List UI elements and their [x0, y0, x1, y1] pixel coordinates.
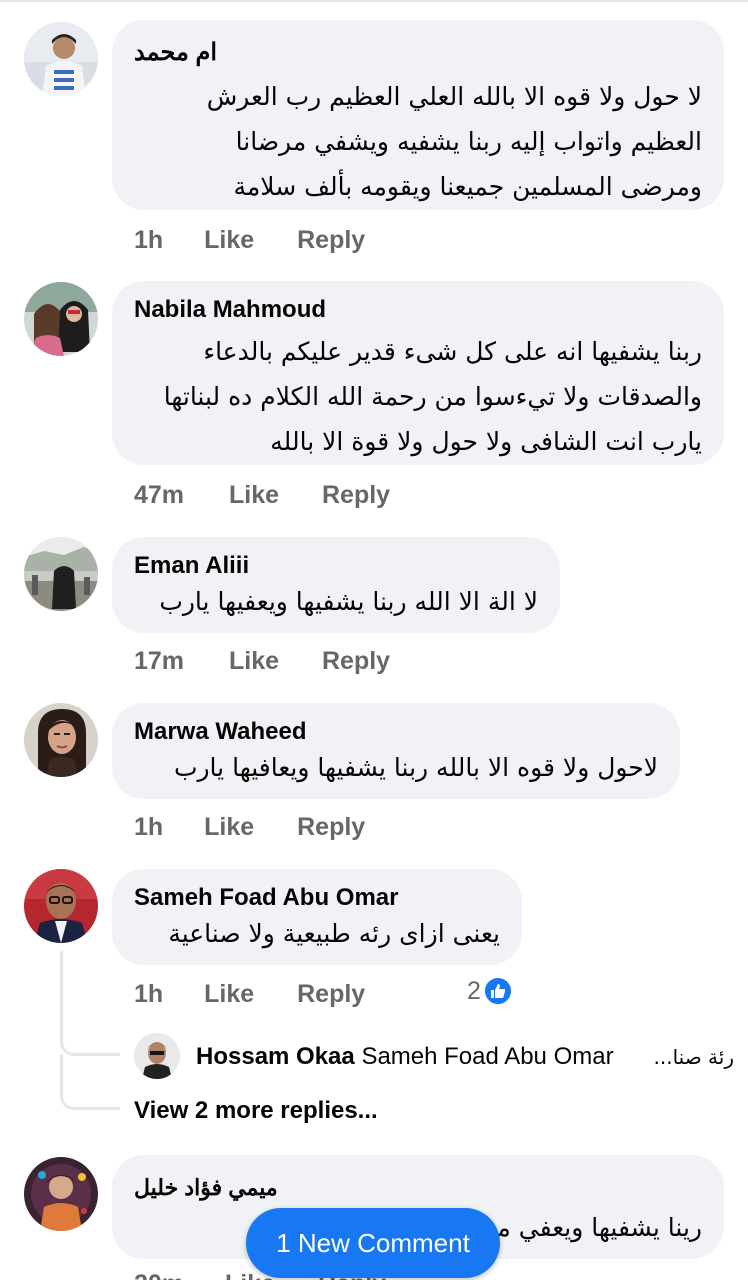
comment-time[interactable]: 17m	[134, 647, 184, 676]
comment-bubble[interactable]: ام محمد لا حول ولا قوه الا بالله العلي ا…	[112, 20, 724, 210]
comment-actions: 17m Like Reply	[134, 647, 390, 676]
reaction-summary[interactable]: 2	[467, 976, 513, 1006]
avatar[interactable]	[24, 869, 98, 943]
top-divider	[0, 0, 748, 2]
reply-mention[interactable]: Sameh Foad Abu Omar	[361, 1043, 613, 1070]
like-button[interactable]: Like	[204, 813, 254, 842]
like-button[interactable]: Like	[229, 481, 279, 510]
comment-actions: 1h Like Reply	[134, 226, 365, 255]
new-comment-button[interactable]: 1 New Comment	[246, 1208, 500, 1278]
avatar[interactable]	[24, 22, 98, 96]
thread-line	[60, 951, 120, 1056]
comment-line: العظيم واتواب إليه ربنا يشفيه ويشفي مرضا…	[235, 127, 702, 156]
comment-time[interactable]: 1h	[134, 813, 163, 842]
comment-line: والصدقات ولا تيءسوا من رحمة الله الكلام …	[163, 382, 702, 411]
reply-preview-row[interactable]: Hossam Okaa Sameh Foad Abu Omar رئة صنا.…	[134, 1033, 734, 1081]
comment-author[interactable]: Marwa Waheed	[134, 717, 658, 747]
reply-button[interactable]: Reply	[322, 647, 390, 676]
comment-line: يعنى ازاى رئه طبيعية ولا صناعية	[168, 919, 500, 948]
comment-line: لا حول ولا قوه الا بالله العلي العظيم رب…	[206, 82, 702, 111]
comment-bubble[interactable]: Nabila Mahmoud ربنا يشفيها انه على كل شى…	[112, 281, 724, 465]
comment-time[interactable]: 1h	[134, 226, 163, 255]
like-button[interactable]: Like	[229, 647, 279, 676]
avatar[interactable]	[24, 282, 98, 356]
reply-button[interactable]: Reply	[297, 980, 365, 1009]
comment-time[interactable]: 1h	[134, 980, 163, 1009]
comment-bubble[interactable]: Eman Aliii لا الة الا الله ربنا يشفيها و…	[112, 537, 560, 633]
reply-author[interactable]: Hossam Okaa	[196, 1043, 355, 1070]
comment-line: ومرضى المسلمين جميعنا ويقومه بألف سلامة	[233, 172, 702, 201]
reaction-count: 2	[467, 976, 481, 1005]
comment-actions: 47m Like Reply	[134, 481, 390, 510]
avatar[interactable]	[24, 537, 98, 611]
comment-line: يارب انت الشافى ولا حول ولا قوة الا بالل…	[270, 427, 702, 456]
comment-time[interactable]: 20m	[134, 1270, 184, 1280]
comment-text: يعنى ازاى رئه طبيعية ولا صناعية	[134, 913, 500, 955]
comment-text: لا حول ولا قوه الا بالله العلي العظيم رب…	[134, 74, 702, 209]
avatar[interactable]	[134, 1033, 180, 1079]
comment-author[interactable]: Nabila Mahmoud	[134, 295, 702, 325]
comment-text: لا الة الا الله ربنا يشفيها ويعفيها يارب	[134, 581, 538, 623]
comment-actions: 1h Like Reply	[134, 813, 365, 842]
comment-text: لاحول ولا قوه الا بالله ربنا يشفيها ويعا…	[134, 747, 658, 789]
comment-text: ربنا يشفيها انه على كل شىء قدير عليكم با…	[134, 329, 702, 464]
comment-line: ربنا يشفيها انه على كل شىء قدير عليكم با…	[203, 337, 702, 366]
reply-button[interactable]: Reply	[322, 481, 390, 510]
avatar[interactable]	[24, 703, 98, 777]
comment-actions: 1h Like Reply	[134, 980, 365, 1009]
comment-author[interactable]: Eman Aliii	[134, 551, 538, 581]
comment-bubble[interactable]: Marwa Waheed لاحول ولا قوه الا بالله ربن…	[112, 703, 680, 799]
thread-line	[60, 1054, 120, 1110]
comment-bubble[interactable]: Sameh Foad Abu Omar يعنى ازاى رئه طبيعية…	[112, 869, 522, 965]
view-more-replies-link[interactable]: View 2 more replies...	[134, 1097, 378, 1125]
like-button[interactable]: Like	[204, 980, 254, 1009]
thumbs-up-icon	[482, 976, 513, 1006]
comment-line: لاحول ولا قوه الا بالله ربنا يشفيها ويعا…	[173, 753, 658, 782]
reply-text: Hossam Okaa Sameh Foad Abu Omar	[196, 1043, 614, 1071]
like-button[interactable]: Like	[204, 226, 254, 255]
comment-time[interactable]: 47m	[134, 481, 184, 510]
avatar[interactable]	[24, 1157, 98, 1231]
comment-line: لا الة الا الله ربنا يشفيها ويعفيها يارب	[159, 587, 538, 616]
reply-snippet: رئة صنا...	[653, 1045, 735, 1069]
reply-button[interactable]: Reply	[297, 226, 365, 255]
comment-author[interactable]: ام محمد	[134, 38, 217, 68]
comment-author[interactable]: ميمي فؤاد خليل	[134, 1173, 278, 1203]
reply-button[interactable]: Reply	[297, 813, 365, 842]
comment-author[interactable]: Sameh Foad Abu Omar	[134, 883, 500, 913]
